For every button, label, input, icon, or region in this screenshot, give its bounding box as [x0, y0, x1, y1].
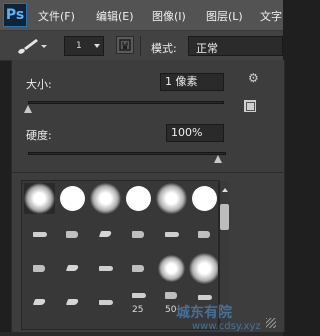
brush-panel-icon[interactable] — [116, 36, 134, 54]
brush-tip-icon — [165, 292, 177, 299]
soft-round-brush-icon — [189, 253, 218, 284]
preset-tip[interactable] — [123, 219, 154, 250]
options-bar: 1 模式: 正常 — [0, 31, 283, 61]
chevron-down-icon[interactable] — [94, 44, 100, 48]
brush-tip-icon — [65, 299, 80, 305]
brush-tip-icon — [98, 231, 113, 237]
brush-size-preview: 1 — [76, 41, 82, 51]
soft-round-brush-icon — [90, 183, 121, 214]
preset-tip[interactable] — [156, 219, 187, 250]
brush-icon[interactable] — [14, 35, 50, 57]
size-label: 大小: — [26, 78, 52, 91]
menu-image[interactable]: 图像(I) — [152, 8, 186, 24]
preset-tip[interactable] — [123, 253, 154, 284]
brush-tip-icon — [33, 232, 47, 237]
hard-round-brush-icon — [192, 186, 217, 211]
preset-soft-round[interactable] — [24, 183, 55, 214]
menu-bar: Ps 文件(F) 编辑(E) 图像(I) 图层(L) 文字 — [0, 0, 283, 31]
brush-tip-icon — [198, 295, 212, 300]
hardness-slider-track[interactable] — [28, 152, 226, 155]
preset-tip[interactable] — [24, 287, 55, 318]
brush-tip-icon — [198, 231, 210, 238]
mode-label: 模式: — [151, 42, 177, 55]
mode-value: 正常 — [196, 42, 218, 55]
preset-numbered[interactable]: 25 — [123, 287, 154, 318]
preset-tip[interactable] — [90, 253, 121, 284]
preset-tip[interactable] — [24, 253, 55, 284]
menu-file[interactable]: 文件(F) — [38, 8, 75, 24]
brush-tip-icon — [132, 231, 144, 238]
resize-grip-icon[interactable] — [266, 318, 276, 328]
soft-round-brush-icon — [158, 255, 185, 282]
brush-tip-icon — [99, 300, 113, 305]
size-slider-track[interactable] — [28, 101, 224, 104]
preset-tip[interactable] — [57, 253, 88, 284]
hard-round-brush-icon — [60, 186, 85, 211]
preset-tip[interactable] — [189, 219, 218, 250]
size-field[interactable]: 1 像素 — [160, 73, 224, 91]
preset-hard-round[interactable] — [123, 183, 154, 214]
brush-tip-icon — [33, 265, 45, 272]
scroll-up-icon[interactable] — [222, 188, 228, 192]
scrollbar-thumb[interactable] — [220, 204, 229, 230]
hardness-field[interactable]: 100% — [166, 124, 224, 142]
preset-tip[interactable] — [57, 219, 88, 250]
toolbar-divider — [140, 36, 141, 56]
watermark-text: 城东有院 — [176, 305, 232, 321]
preset-soft-round[interactable] — [90, 183, 121, 214]
photoshop-logo: Ps — [3, 3, 27, 27]
brush-tip-icon — [165, 232, 179, 237]
soft-round-brush-icon — [24, 183, 55, 214]
hardness-slider-thumb[interactable] — [214, 155, 222, 163]
brush-tip-icon — [132, 293, 146, 298]
panel-divider — [11, 172, 283, 173]
watermark-url: www.cdsy.xyz — [192, 321, 261, 332]
preset-soft-round[interactable] — [189, 253, 218, 284]
menu-layer[interactable]: 图层(L) — [206, 8, 243, 24]
brush-tip-icon — [32, 299, 47, 305]
preset-size-label: 25 — [132, 305, 144, 315]
preset-size-label: 50 — [165, 305, 177, 315]
preset-tip[interactable] — [24, 219, 55, 250]
brush-tip-icon — [132, 265, 144, 272]
preset-tip[interactable] — [90, 287, 121, 318]
menu-edit[interactable]: 编辑(E) — [96, 8, 134, 24]
brush-tip-icon — [99, 266, 113, 271]
new-preset-icon[interactable] — [244, 100, 256, 112]
hardness-label: 硬度: — [26, 129, 52, 142]
gear-icon[interactable]: ⚙ — [248, 72, 260, 84]
brush-tip-icon — [65, 265, 80, 271]
size-slider-thumb[interactable] — [24, 105, 32, 113]
menu-type[interactable]: 文字 — [260, 8, 282, 24]
preset-hard-round[interactable] — [189, 183, 218, 214]
hard-round-brush-icon — [126, 186, 151, 211]
preset-tip[interactable] — [90, 219, 121, 250]
brush-tip-icon — [66, 231, 78, 238]
preset-soft-round[interactable] — [156, 183, 187, 214]
soft-round-brush-icon — [156, 183, 187, 214]
preset-soft-round[interactable] — [156, 253, 187, 284]
preset-tip[interactable] — [57, 287, 88, 318]
panel-bottom-edge — [0, 332, 283, 336]
preset-hard-round[interactable] — [57, 183, 88, 214]
